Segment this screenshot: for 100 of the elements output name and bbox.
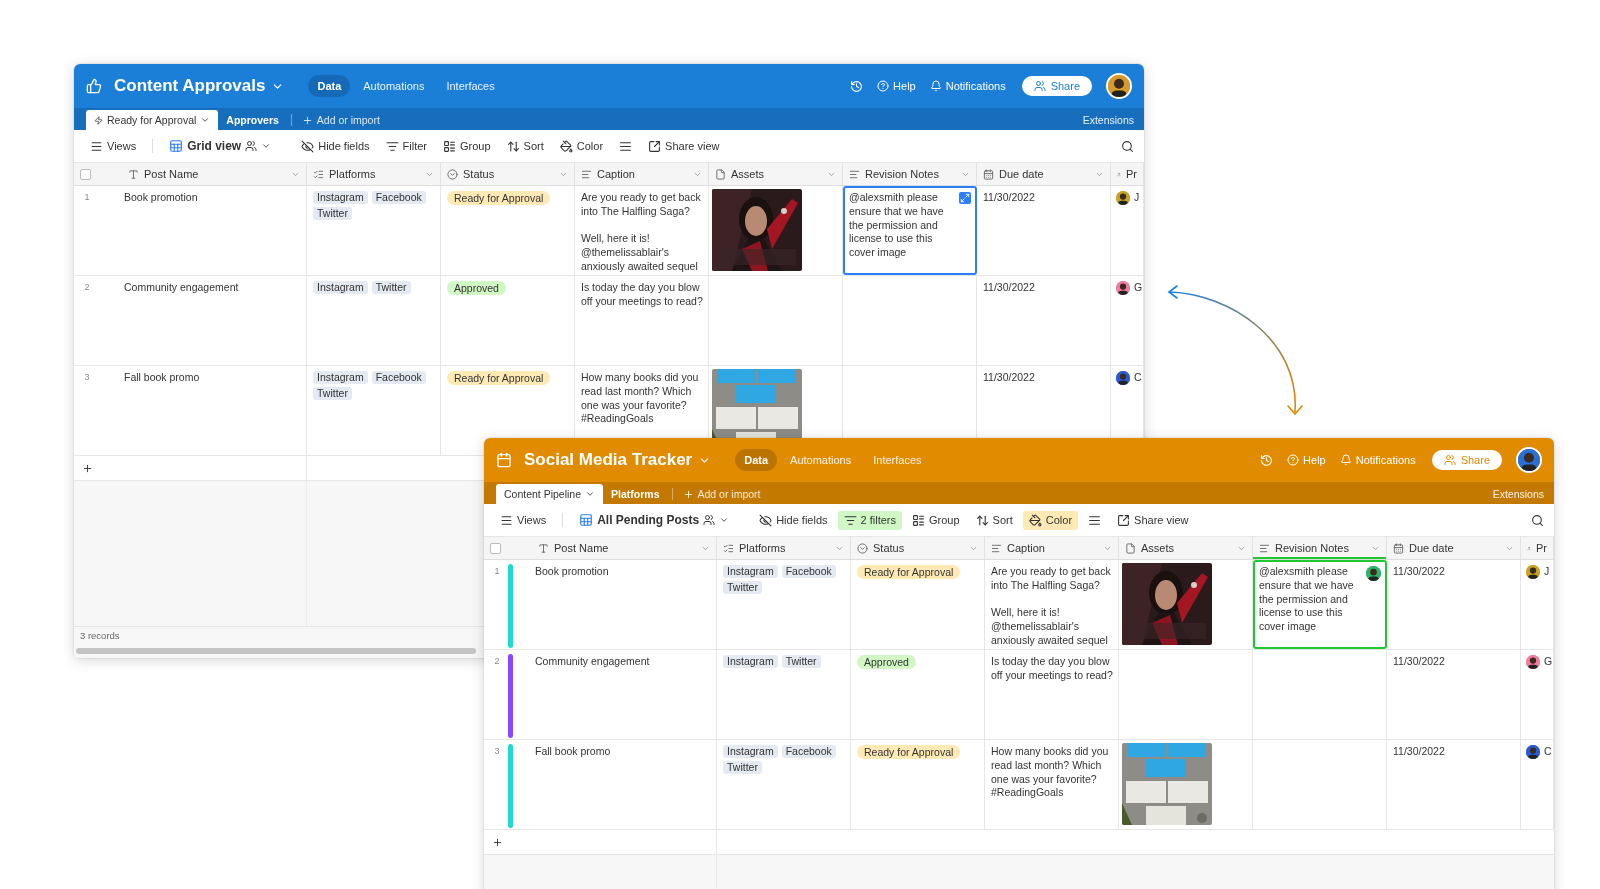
table-cell: 11/30/2022 (1387, 650, 1521, 739)
table-tab[interactable]: Ready for Approval (86, 110, 219, 130)
column-header[interactable]: Pr (1111, 163, 1144, 185)
person-name: C (1134, 371, 1142, 385)
column-header[interactable]: Revision Notes (1253, 537, 1387, 559)
status-icon (857, 542, 868, 554)
checkbox[interactable] (80, 168, 91, 180)
column-header[interactable]: Post Name (74, 163, 307, 185)
column-header[interactable]: Due date (1387, 537, 1521, 559)
nav-tab[interactable]: Data (735, 449, 778, 471)
table-cell: Are you ready to get back into The Halfling Saga? Well, here it is! @themelissablair's anxiously awaited sequel (985, 560, 1119, 649)
post-name: Book promotion (535, 565, 609, 579)
table-cell: 11/30/2022 (977, 276, 1111, 365)
person-name: J (1544, 565, 1550, 579)
long-text-icon (991, 542, 1002, 554)
toolbar-button[interactable]: Color (1022, 510, 1079, 530)
column-header[interactable]: Post Name (484, 537, 717, 559)
toolbar-button[interactable]: Sort (500, 136, 550, 156)
add-row-icon[interactable] (492, 836, 503, 848)
post-name: Fall book promo (124, 371, 200, 385)
post-name: Fall book promo (535, 745, 611, 759)
table-tab[interactable]: Approvers (218, 110, 287, 130)
history-icon[interactable] (850, 79, 864, 93)
help-link[interactable]: Help (877, 80, 916, 92)
help-icon (1287, 454, 1300, 466)
row-number: 3 (83, 371, 91, 384)
grid-icon (579, 513, 594, 527)
long-text-icon (581, 168, 592, 180)
column-header[interactable]: Assets (709, 163, 843, 185)
toolbar-button[interactable]: 2 filters (837, 510, 902, 530)
table-tab[interactable]: Content Pipeline (496, 484, 604, 504)
user-avatar[interactable] (1516, 447, 1542, 473)
share-icon (648, 139, 662, 153)
platform-tag: Twitter (723, 761, 762, 774)
row-number: 2 (83, 281, 91, 294)
calendar-icon (1393, 542, 1404, 554)
nav-tab[interactable]: Interfaces (437, 75, 504, 97)
status-tag: Approved (857, 655, 916, 669)
toolbar-button[interactable]: Sort (969, 510, 1019, 530)
toolbar-button[interactable]: Filter (379, 136, 433, 156)
toolbar-button[interactable]: Color (553, 136, 610, 156)
file-icon (715, 168, 726, 180)
search-icon[interactable] (1121, 139, 1134, 153)
thumbs-up-icon (86, 78, 102, 94)
view-switcher[interactable]: All Pending Posts (573, 510, 736, 530)
chevron-down-icon (200, 115, 211, 125)
column-header[interactable]: Status (441, 163, 575, 185)
row-height-icon (619, 139, 633, 153)
share-button[interactable]: Share (1021, 76, 1092, 96)
sort-icon (506, 139, 520, 153)
column-header[interactable]: Status (851, 537, 985, 559)
toolbar-button[interactable]: Share view (1111, 510, 1195, 530)
calendar-icon (496, 452, 512, 468)
nav-tab[interactable]: Automations (354, 75, 434, 97)
toolbar-button[interactable]: Views (494, 510, 553, 530)
toolbar-button[interactable]: Views (84, 136, 143, 156)
status-tag: Approved (447, 281, 506, 295)
platform-tag: Twitter (371, 281, 411, 294)
post-name: Community engagement (124, 281, 239, 295)
menu-icon (90, 139, 103, 153)
cell-text: @alexsmith please ensure that we have the permission and license to use this cover image (1259, 565, 1354, 633)
user-avatar[interactable] (1106, 73, 1132, 99)
lightning-icon (94, 115, 103, 125)
people-icon (1033, 80, 1046, 92)
checkbox[interactable] (490, 542, 501, 554)
toolbar-button[interactable]: Hide fields (295, 136, 376, 156)
people-icon (1443, 454, 1456, 466)
caret-icon (261, 141, 272, 151)
view-switcher[interactable]: Grid view (163, 136, 278, 156)
table-cell: 11/30/2022 (1387, 740, 1521, 829)
expand-icon[interactable] (959, 192, 971, 204)
scrollbar[interactable] (76, 648, 476, 654)
toolbar-button[interactable]: Group (437, 136, 497, 156)
column-header[interactable]: Assets (1119, 537, 1253, 559)
notifications-link[interactable]: Notifications (929, 80, 1006, 92)
platform-tag: Instagram (313, 371, 368, 384)
paint-bucket-icon (559, 139, 573, 153)
column-header[interactable]: Caption (575, 163, 709, 185)
toolbar-button[interactable]: Share view (642, 136, 726, 156)
person-name: J (1134, 191, 1140, 205)
column-header[interactable]: Due date (977, 163, 1111, 185)
selected-cell[interactable]: @alexsmith please ensure that we have the permission and license to use this cover image (1253, 560, 1387, 649)
toolbar-button[interactable]: Group (906, 510, 966, 530)
selected-cell[interactable]: @alexsmith please ensure that we have the permission and license to use this cover image (843, 186, 977, 275)
extensions-link[interactable]: Extensions (1082, 110, 1144, 130)
column-header[interactable]: Caption (985, 537, 1119, 559)
long-text-icon (1259, 542, 1270, 554)
toolbar-button[interactable]: Hide fields (753, 510, 834, 530)
search-icon[interactable] (1531, 513, 1544, 527)
history-icon[interactable] (1260, 453, 1274, 467)
row-number: 1 (83, 191, 91, 204)
column-header[interactable]: Pr (1521, 537, 1554, 559)
add-or-import-button[interactable]: Add or import (295, 110, 386, 130)
column-header[interactable]: Platforms (307, 163, 441, 185)
add-row-icon[interactable] (82, 462, 93, 474)
column-header[interactable]: Platforms (717, 537, 851, 559)
nav-tab[interactable]: Data (308, 75, 351, 97)
column-header[interactable]: Revision Notes (843, 163, 977, 185)
row-height-icon (1088, 513, 1102, 527)
group-icon (912, 513, 925, 527)
